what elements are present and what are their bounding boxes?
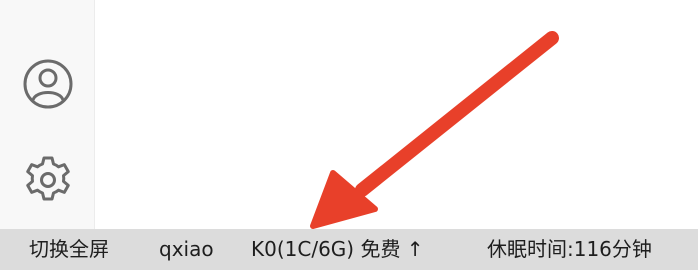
gear-icon[interactable] <box>22 152 74 204</box>
sleep-time[interactable]: 休眠时间:116分钟 <box>487 229 652 270</box>
activity-bar <box>0 0 95 229</box>
kernel-status[interactable]: K0(1C/6G) 免费 ↑ <box>251 229 424 270</box>
account-icon[interactable] <box>22 58 74 110</box>
main-content <box>95 0 698 229</box>
status-bar: 切换全屏 qxiao K0(1C/6G) 免费 ↑ 休眠时间:116分钟 <box>0 229 698 270</box>
user-name[interactable]: qxiao <box>159 229 214 270</box>
toggle-fullscreen-button[interactable]: 切换全屏 <box>29 229 109 270</box>
